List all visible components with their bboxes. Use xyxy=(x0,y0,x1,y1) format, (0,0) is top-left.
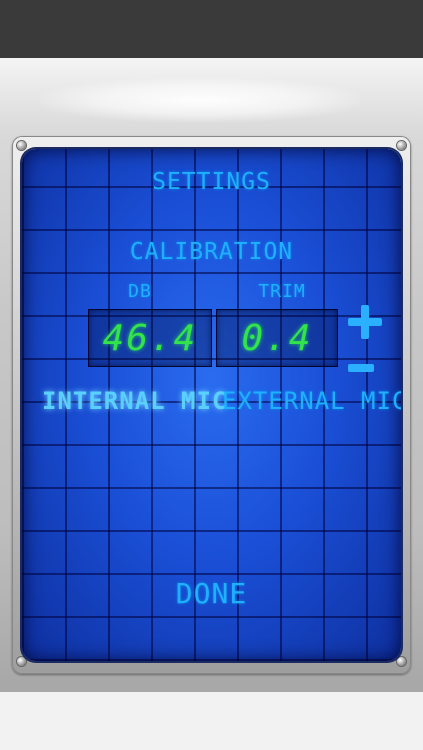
external-mic-option[interactable]: EXTERNAL MIC xyxy=(222,387,401,415)
trim-column-label: TRIM xyxy=(258,281,306,302)
trim-value: 0.4 xyxy=(241,318,313,359)
screw-top-right xyxy=(397,141,406,150)
screw-top-left xyxy=(17,141,26,150)
screw-bottom-right xyxy=(397,657,406,666)
metal-highlight xyxy=(40,78,360,122)
db-column-label: DB xyxy=(128,281,152,302)
bottom-bar xyxy=(0,692,423,750)
screw-bottom-left xyxy=(17,657,26,666)
trim-readout[interactable]: 0.4 xyxy=(216,309,338,367)
page-title: SETTINGS xyxy=(152,169,271,195)
plus-icon[interactable] xyxy=(348,305,382,339)
calibration-heading: CALIBRATION xyxy=(129,239,294,265)
top-bar xyxy=(0,0,423,58)
done-button[interactable]: DONE xyxy=(22,577,401,610)
minus-icon[interactable] xyxy=(348,364,374,372)
db-readout: 46.4 xyxy=(88,309,212,367)
db-value: 46.4 xyxy=(102,318,198,359)
settings-screen: SETTINGS CALIBRATION DB TRIM 46.4 0.4 IN… xyxy=(22,149,401,661)
internal-mic-option[interactable]: INTERNAL MIC xyxy=(42,387,227,415)
